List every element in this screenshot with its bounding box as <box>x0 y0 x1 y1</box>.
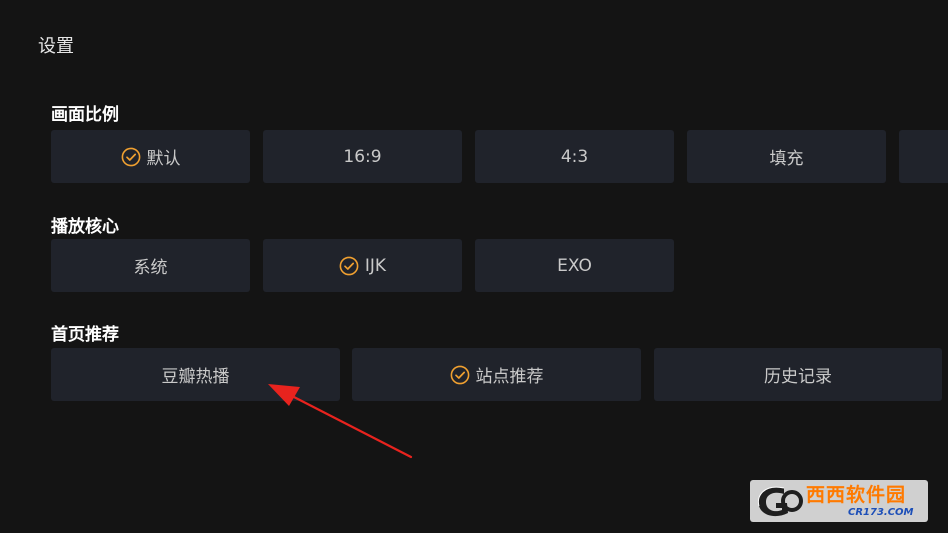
check-circle-icon <box>339 256 359 276</box>
option-douban-hot[interactable]: 豆瓣热播 <box>51 348 340 401</box>
option-label: 系统 <box>133 258 168 278</box>
option-exo[interactable]: EXO <box>475 239 674 292</box>
option-history[interactable]: 历史记录 <box>654 348 942 401</box>
option-4-3[interactable]: 4:3 <box>475 130 674 183</box>
section-title-home-recommend: 首页推荐 <box>51 325 119 345</box>
check-circle-icon <box>450 365 470 385</box>
option-label: 16:9 <box>343 146 382 167</box>
watermark-text: 西西软件园 <box>806 484 907 506</box>
option-label: 历史记录 <box>764 367 832 387</box>
option-label: 4:3 <box>560 146 589 167</box>
option-offscreen[interactable] <box>899 130 948 183</box>
option-system[interactable]: 系统 <box>51 239 250 292</box>
option-default[interactable]: 默认 <box>51 130 250 183</box>
watermark-logo-icon <box>757 486 803 517</box>
page-title: 设置 <box>38 36 74 57</box>
option-label: 站点推荐 <box>475 367 544 387</box>
option-label: EXO <box>557 255 592 276</box>
site-watermark: 西西软件园 CR173.COM <box>750 480 928 522</box>
section-title-player-core: 播放核心 <box>51 217 119 237</box>
option-label: IJK <box>364 255 387 276</box>
check-circle-icon <box>121 147 141 167</box>
option-label: 填充 <box>769 149 804 169</box>
settings-screen: 设置 画面比例 默认 16:9 4:3 填充 播放核心 系统 IJK EXO 首… <box>0 0 948 533</box>
section-title-aspect-ratio: 画面比例 <box>51 105 119 125</box>
watermark-domain: CR173.COM <box>848 507 914 518</box>
option-label: 默认 <box>146 149 181 169</box>
option-16-9[interactable]: 16:9 <box>263 130 462 183</box>
option-fill[interactable]: 填充 <box>687 130 886 183</box>
option-ijk[interactable]: IJK <box>263 239 462 292</box>
option-label: 豆瓣热播 <box>161 367 230 387</box>
option-site-recommend[interactable]: 站点推荐 <box>352 348 641 401</box>
